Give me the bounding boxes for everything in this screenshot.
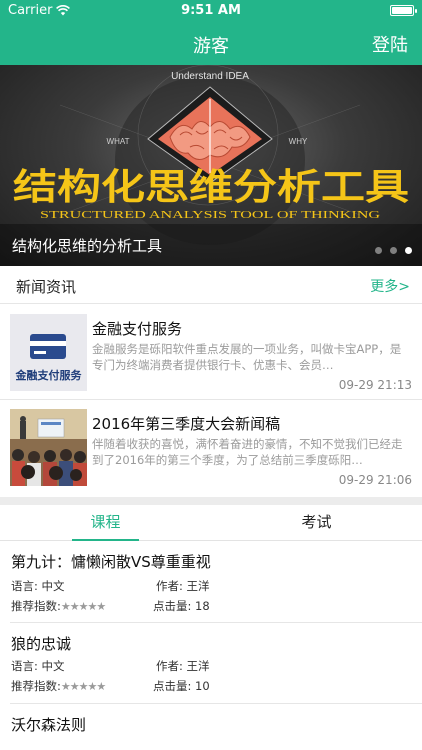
language-label: 语言:	[11, 579, 38, 593]
news-thumbnail	[10, 409, 87, 486]
carousel-dot-2[interactable]	[390, 247, 397, 254]
clicks-label: 点击量:	[153, 599, 192, 613]
conference-photo	[10, 409, 87, 486]
status-bar: Carrier 9:51 AM	[0, 0, 422, 22]
carousel-dots[interactable]	[375, 247, 412, 254]
course-rating: 推荐指数:★★★★★	[11, 598, 106, 614]
clicks-label: 点击量:	[153, 679, 192, 693]
banner-text-right: WHY	[289, 137, 308, 146]
news-title: 2016年第三季度大会新闻稿	[92, 415, 281, 433]
banner-text-top: Understand IDEA	[171, 71, 249, 82]
clicks-value: 18	[195, 599, 210, 613]
course-author: 作者: 王洋	[156, 658, 210, 674]
rating-label: 推荐指数:	[11, 679, 61, 693]
rating-stars-icon: ★★★★★	[60, 680, 106, 693]
carousel-dot-1[interactable]	[375, 247, 382, 254]
battery-icon	[390, 5, 417, 16]
course-item[interactable]: 沃尔森法则	[0, 704, 422, 750]
author-label: 作者:	[156, 579, 183, 593]
news-time: 09-29 21:06	[338, 473, 412, 487]
course-item[interactable]: 第九计：慵懒闲散VS尊重重视 语言: 中文 作者: 王洋 推荐指数:★★★★★ …	[0, 541, 422, 623]
course-title: 第九计：慵懒闲散VS尊重重视	[11, 553, 211, 571]
banner-headline: 结构化思维分析工具	[13, 167, 409, 208]
carousel-dot-3[interactable]	[405, 247, 412, 254]
course-language: 语言: 中文	[11, 578, 65, 594]
page-title: 游客	[193, 36, 229, 57]
course-rating: 推荐指数:★★★★★	[11, 678, 106, 694]
rating-stars-icon: ★★★★★	[60, 600, 106, 613]
language-label: 语言:	[11, 659, 38, 673]
banner-subline: STRUCTURED ANALYSIS TOOL OF THINKING	[40, 210, 380, 221]
clock: 9:51 AM	[181, 3, 241, 18]
news-thumbnail: 金融支付服务	[10, 314, 87, 391]
tab-bar: 课程 考试	[0, 505, 422, 541]
tab-course[interactable]: 课程	[0, 505, 211, 541]
more-news-link[interactable]: 更多>	[370, 276, 410, 296]
course-clicks: 点击量: 10	[153, 678, 210, 694]
top-bar: Carrier 9:51 AM 游客 登陆	[0, 0, 422, 65]
author-label: 作者:	[156, 659, 183, 673]
section-gap	[0, 497, 422, 505]
banner-carousel[interactable]: Understand IDEA WHAT WHY 结构化思维分析工具 STRUC…	[0, 65, 422, 266]
course-language: 语言: 中文	[11, 658, 65, 674]
news-description: 伴随着收获的喜悦，满怀着奋进的豪情，不知不觉我们已经走到了2016年的第三个季度…	[92, 437, 403, 467]
author-value: 王洋	[186, 579, 210, 593]
news-item[interactable]: 金融支付服务 金融支付服务 金融服务是砾阳软件重点发展的一项业务，叫做卡宝APP…	[0, 304, 422, 400]
banner-caption: 结构化思维的分析工具	[12, 237, 163, 255]
clicks-value: 10	[195, 679, 210, 693]
news-section-title: 新闻资讯	[16, 278, 77, 296]
course-author: 作者: 王洋	[156, 578, 210, 594]
course-title: 沃尔森法则	[11, 716, 87, 734]
thumb-label: 金融支付服务	[15, 369, 82, 382]
course-title: 狼的忠诚	[11, 635, 72, 653]
rating-label: 推荐指数:	[11, 599, 61, 613]
language-value: 中文	[41, 579, 65, 593]
tab-exam[interactable]: 考试	[211, 505, 422, 541]
course-item[interactable]: 狼的忠诚 语言: 中文 作者: 王洋 推荐指数:★★★★★ 点击量: 10	[0, 623, 422, 705]
news-section-header: 新闻资讯 更多>	[0, 266, 422, 304]
banner-text-left: WHAT	[107, 137, 130, 146]
news-title: 金融支付服务	[92, 320, 183, 338]
course-clicks: 点击量: 18	[153, 598, 210, 614]
news-time: 09-29 21:13	[338, 378, 412, 392]
author-value: 王洋	[186, 659, 210, 673]
login-button[interactable]: 登陆	[372, 31, 408, 57]
language-value: 中文	[41, 659, 65, 673]
news-description: 金融服务是砾阳软件重点发展的一项业务，叫做卡宝APP，是专门为终端消费者提供银行…	[92, 342, 402, 372]
news-item[interactable]: 2016年第三季度大会新闻稿 伴随着收获的喜悦，满怀着奋进的豪情，不知不觉我们已…	[0, 399, 422, 495]
